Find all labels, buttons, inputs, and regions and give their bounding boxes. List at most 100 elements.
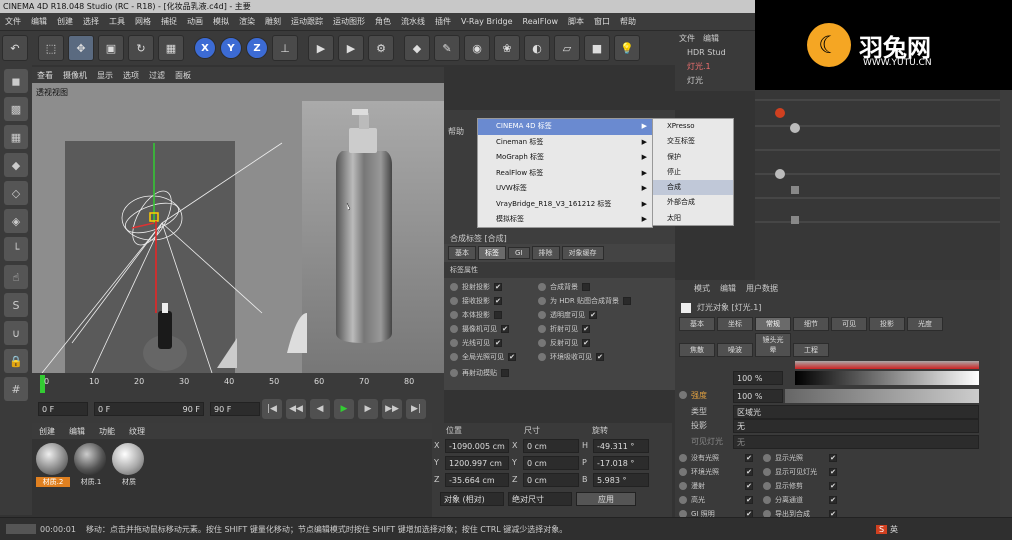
checkbox[interactable]: ✔ bbox=[589, 311, 597, 319]
help-menu-label[interactable]: 帮助 bbox=[448, 126, 464, 137]
timeline-ruler[interactable]: 0102030405060708090 bbox=[32, 373, 459, 395]
range-field[interactable]: 0 F 90 F bbox=[94, 402, 204, 416]
attribute-check-row[interactable]: 显示修剪 ✔ bbox=[763, 479, 1000, 493]
coord-position-field[interactable]: -1090.005 cm bbox=[445, 438, 509, 453]
checkbox[interactable]: ✔ bbox=[829, 454, 837, 462]
live-select-icon[interactable]: ⬚ bbox=[38, 35, 64, 61]
attribute-tab[interactable]: 投影 bbox=[869, 317, 905, 331]
tag-option-row[interactable]: 合成背景 bbox=[538, 280, 669, 294]
attribute-check-row[interactable]: 高光 ✔ bbox=[679, 493, 763, 507]
tag-option-row[interactable]: 投射投影 ✔ bbox=[450, 280, 538, 294]
prev-key-icon[interactable]: ◀◀ bbox=[286, 399, 306, 419]
object-item[interactable]: 灯光 bbox=[687, 73, 755, 87]
axis-z-button[interactable]: Z bbox=[246, 37, 268, 59]
current-frame-field[interactable]: 0 F bbox=[38, 402, 88, 416]
lock-icon[interactable]: 🔒 bbox=[4, 349, 28, 373]
context-menu-item[interactable]: VrayBridge_R18_V3_161212 标签 ▶ bbox=[478, 197, 652, 213]
menu-item[interactable]: 工具 bbox=[104, 16, 130, 27]
attribute-check-row[interactable]: 分离通道 ✔ bbox=[763, 493, 1000, 507]
checkbox[interactable] bbox=[582, 283, 590, 291]
coord-rotation-field[interactable]: -17.018 ° bbox=[593, 455, 649, 470]
compose-tag-tab[interactable]: 排除 bbox=[531, 246, 560, 260]
submenu-item[interactable]: 交互标签 bbox=[653, 134, 733, 149]
menu-item[interactable]: 创建 bbox=[52, 16, 78, 27]
light-icon[interactable]: 💡 bbox=[614, 35, 640, 61]
goto-end-icon[interactable]: ▶| bbox=[406, 399, 426, 419]
edges-mode-icon[interactable]: ◇ bbox=[4, 181, 28, 205]
submenu-item[interactable]: 合成 bbox=[653, 180, 733, 196]
obj-menu-file[interactable]: 文件 bbox=[675, 33, 699, 44]
obj-menu-edit[interactable]: 编辑 bbox=[699, 33, 723, 44]
checkbox[interactable]: ✔ bbox=[582, 325, 590, 333]
menu-item[interactable]: 角色 bbox=[370, 16, 396, 27]
render-view-icon[interactable]: ▶ bbox=[308, 35, 334, 61]
attribute-menu-item[interactable]: 用户数据 bbox=[741, 283, 783, 294]
checkbox[interactable]: ✔ bbox=[582, 339, 590, 347]
cube-icon[interactable]: ◆ bbox=[404, 35, 430, 61]
undo-icon[interactable]: ↶ bbox=[2, 35, 28, 61]
tag-option-row[interactable]: 环境吸收可见 ✔ bbox=[538, 350, 669, 364]
apply-button[interactable]: 应用 bbox=[576, 492, 636, 506]
menu-item[interactable]: 渲染 bbox=[234, 16, 260, 27]
coord-rotation-field[interactable]: 5.983 ° bbox=[593, 472, 649, 487]
next-frame-icon[interactable]: ▶ bbox=[358, 399, 378, 419]
checkbox[interactable]: ✔ bbox=[501, 325, 509, 333]
checkbox[interactable]: ✔ bbox=[745, 468, 753, 476]
coord-mode-dropdown[interactable]: 对象 (相对) bbox=[440, 492, 504, 506]
attribute-check-row[interactable]: 漫射 ✔ bbox=[679, 479, 763, 493]
intensity-field[interactable]: 100 % bbox=[733, 389, 783, 403]
submenu-item[interactable]: 外部合成 bbox=[653, 195, 733, 210]
submenu-item[interactable]: 保护 bbox=[653, 150, 733, 165]
compose-tag-tab[interactable]: GI bbox=[508, 247, 530, 259]
v-value-field[interactable]: 100 % bbox=[733, 371, 783, 385]
checkbox[interactable]: ✔ bbox=[596, 353, 604, 361]
submenu-item[interactable]: XPresso bbox=[653, 119, 733, 134]
menu-item[interactable]: 窗口 bbox=[589, 16, 615, 27]
viewport-menu-item[interactable]: 摄像机 bbox=[58, 70, 92, 81]
viewport-menu-item[interactable]: 过滤 bbox=[144, 70, 170, 81]
attribute-menu-item[interactable]: 编辑 bbox=[715, 283, 741, 294]
subdivision-icon[interactable]: ◉ bbox=[464, 35, 490, 61]
compose-tag-tab[interactable]: 基本 bbox=[448, 246, 476, 260]
shadow-dropdown[interactable]: 无 bbox=[733, 419, 979, 433]
menu-item[interactable]: 模拟 bbox=[208, 16, 234, 27]
ime-lang-label[interactable]: 英 bbox=[890, 524, 898, 535]
menu-item[interactable]: 捕捉 bbox=[156, 16, 182, 27]
material-menu-item[interactable]: 编辑 bbox=[62, 426, 92, 437]
next-key-icon[interactable]: ▶▶ bbox=[382, 399, 402, 419]
menu-item[interactable]: 编辑 bbox=[26, 16, 52, 27]
viewport-menu-item[interactable]: 查看 bbox=[32, 70, 58, 81]
snap-icon[interactable]: S bbox=[4, 293, 28, 317]
tag-option-row[interactable]: 全局光照可见 ✔ bbox=[450, 350, 538, 364]
attribute-tab[interactable]: 焦散 bbox=[679, 343, 715, 357]
menu-item[interactable]: 选择 bbox=[78, 16, 104, 27]
coord-size-field[interactable]: 0 cm bbox=[523, 438, 579, 453]
coord-size-field[interactable]: 0 cm bbox=[523, 472, 579, 487]
attribute-tab[interactable]: 镜头光晕 bbox=[755, 333, 791, 357]
render-picture-icon[interactable]: ▶ bbox=[338, 35, 364, 61]
attribute-menu-item[interactable]: 模式 bbox=[689, 283, 715, 294]
checkbox[interactable] bbox=[494, 311, 502, 319]
tag-option-row[interactable]: 接收投影 ✔ bbox=[450, 294, 538, 308]
grid-icon[interactable]: # bbox=[4, 377, 28, 401]
context-menu-item[interactable]: 模拟标签 ▶ bbox=[478, 212, 652, 228]
submenu-item[interactable]: 停止 bbox=[653, 165, 733, 180]
ime-icon[interactable]: S bbox=[875, 524, 888, 534]
workplane-icon[interactable]: ▦ bbox=[4, 125, 28, 149]
attribute-check-row[interactable]: 环境光照 ✔ bbox=[679, 465, 763, 479]
cloner-icon[interactable]: ❀ bbox=[494, 35, 520, 61]
attribute-tab[interactable]: 光度 bbox=[907, 317, 943, 331]
viewport-menu-item[interactable]: 显示 bbox=[92, 70, 118, 81]
tag-option-row[interactable]: 本体投影 bbox=[450, 308, 538, 322]
viewport-menu-item[interactable]: 选项 bbox=[118, 70, 144, 81]
checkbox[interactable]: ✔ bbox=[494, 297, 502, 305]
axis-x-button[interactable]: X bbox=[194, 37, 216, 59]
prev-frame-icon[interactable]: ◀ bbox=[310, 399, 330, 419]
coord-size-field[interactable]: 0 cm bbox=[523, 455, 579, 470]
menu-item[interactable]: 帮助 bbox=[615, 16, 641, 27]
checkbox[interactable]: ✔ bbox=[745, 496, 753, 504]
model-mode-icon[interactable]: ◼ bbox=[4, 69, 28, 93]
menu-item[interactable]: 插件 bbox=[430, 16, 456, 27]
menu-item[interactable]: 动画 bbox=[182, 16, 208, 27]
checkbox[interactable]: ✔ bbox=[829, 468, 837, 476]
